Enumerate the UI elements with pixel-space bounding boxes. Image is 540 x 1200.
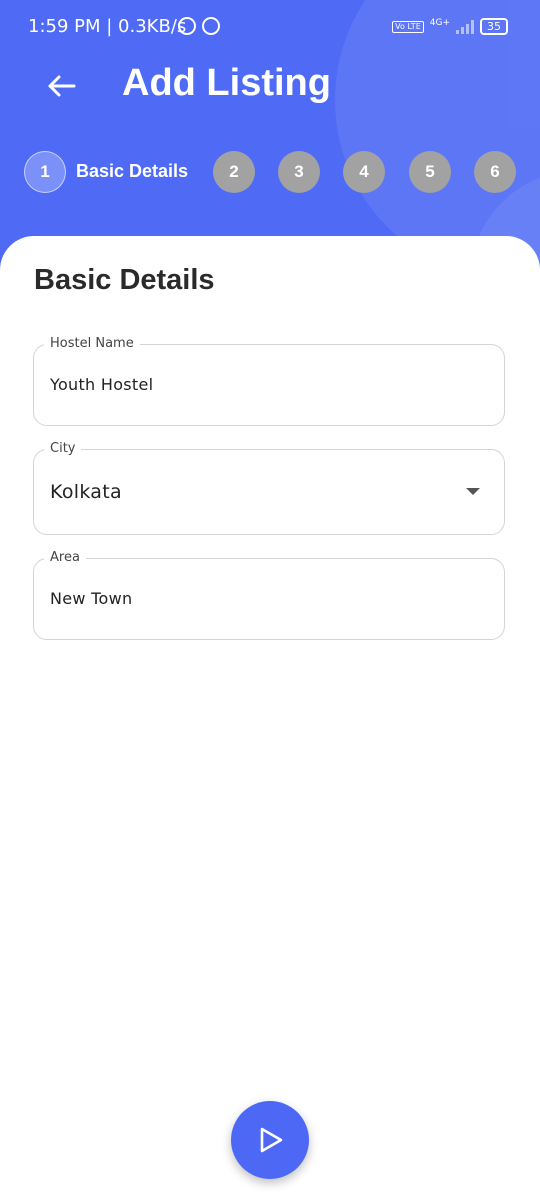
area-field[interactable]: Area New Town (33, 550, 505, 640)
header: 1:59 PM | 0.3KB/s Vo LTE 4G+ 35 Add List… (0, 0, 540, 270)
step-2[interactable]: 2 (213, 151, 255, 193)
back-button[interactable] (42, 66, 82, 106)
step-1[interactable]: 1 (24, 151, 66, 193)
battery-icon: 35 (480, 18, 508, 35)
step-3[interactable]: 3 (278, 151, 320, 193)
chevron-down-icon[interactable] (466, 488, 480, 495)
city-dropdown[interactable]: City Kolkata (33, 441, 505, 535)
arrow-left-icon (48, 75, 76, 97)
section-title: Basic Details (34, 264, 215, 296)
step-1-label: Basic Details (76, 161, 189, 181)
hostel-name-field[interactable]: Hostel Name Youth Hostel (33, 336, 505, 426)
play-arrow-icon (260, 1127, 283, 1153)
status-bar: 1:59 PM | 0.3KB/s Vo LTE 4G+ 35 (0, 0, 540, 56)
alarm-icon (178, 17, 196, 35)
next-button[interactable] (231, 1101, 309, 1179)
step-6[interactable]: 6 (474, 151, 516, 193)
status-right: Vo LTE 4G+ 35 (392, 18, 508, 35)
city-label: City (44, 441, 82, 456)
hostel-name-label: Hostel Name (44, 336, 140, 351)
status-icons (178, 17, 220, 35)
network-type: 4G+ (429, 17, 450, 28)
step-5[interactable]: 5 (409, 151, 451, 193)
form-sheet: Basic Details Hostel Name Youth Hostel C… (0, 236, 540, 1200)
volte-icon: Vo LTE (392, 20, 424, 33)
area-value[interactable]: New Town (50, 589, 132, 608)
hostel-name-value[interactable]: Youth Hostel (50, 375, 153, 394)
status-time: 1:59 PM | 0.3KB/s (28, 16, 187, 37)
whatsapp-icon (202, 17, 220, 35)
city-value[interactable]: Kolkata (50, 481, 122, 503)
area-label: Area (44, 550, 86, 565)
signal-icon (456, 19, 474, 34)
page-title: Add Listing (122, 62, 331, 104)
step-4[interactable]: 4 (343, 151, 385, 193)
